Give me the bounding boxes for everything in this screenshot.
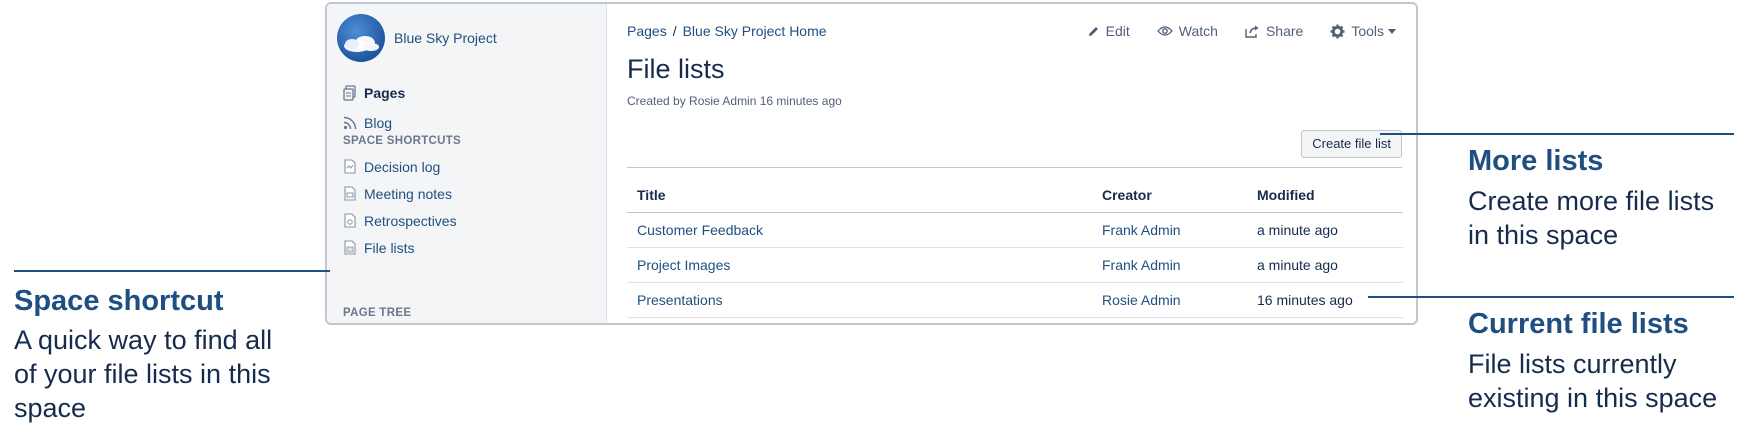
rss-icon [343, 115, 357, 131]
sidebar: Blue Sky Project Pages Blog SPACE SHORTC… [327, 4, 607, 323]
edit-button[interactable]: Edit [1087, 23, 1130, 39]
file-lists-icon [343, 240, 357, 256]
meeting-notes-icon [343, 186, 357, 202]
main-content: Pages / Blue Sky Project Home Edit Watch S… [607, 4, 1416, 323]
chevron-down-icon [1388, 28, 1396, 34]
modified-time: a minute ago [1247, 247, 1403, 283]
modified-time: a minute ago [1247, 212, 1403, 248]
sidebar-item-file-lists[interactable]: File lists [343, 234, 457, 261]
space-shortcuts-heading: SPACE SHORTCUTS [343, 135, 462, 147]
creator-link[interactable]: Frank Admin [1092, 212, 1247, 248]
gear-icon [1330, 23, 1345, 39]
sidebar-item-label: Decision log [364, 158, 441, 175]
tools-menu[interactable]: Tools [1330, 23, 1396, 39]
current-lists-callout-line [1368, 296, 1734, 298]
sidebar-item-pages[interactable]: Pages [343, 78, 405, 108]
table-row: Customer Feedback Frank Admin a minute a… [627, 212, 1403, 248]
space-shortcut-annotation-title: Space shortcut [14, 285, 224, 317]
file-list-title-link[interactable]: Project Images [627, 247, 1092, 283]
eye-icon [1156, 26, 1173, 36]
breadcrumb-separator: / [672, 23, 677, 39]
annotation-line: space [14, 393, 87, 423]
pages-icon [343, 85, 357, 101]
modified-time: 16 minutes ago [1247, 282, 1403, 318]
edit-label: Edit [1105, 23, 1130, 39]
creator-link[interactable]: Frank Admin [1092, 247, 1247, 283]
share-label: Share [1265, 23, 1304, 39]
divider [627, 167, 1402, 168]
table-row: Project Images Frank Admin a minute ago [627, 247, 1403, 283]
watch-label: Watch [1178, 23, 1218, 39]
table-header-row: Title Creator Modified [627, 179, 1403, 213]
more-lists-callout-line [1380, 133, 1734, 135]
breadcrumb: Pages / Blue Sky Project Home [627, 23, 827, 39]
shortcuts-nav: Decision log Meeting notes Retrospective… [343, 153, 457, 261]
tools-label: Tools [1351, 23, 1384, 39]
annotation-line: File lists currently [1468, 349, 1677, 379]
confluence-window: Blue Sky Project Pages Blog SPACE SHORTC… [325, 2, 1418, 325]
annotation-line: A quick way to find all [14, 325, 273, 355]
sidebar-item-decision-log[interactable]: Decision log [343, 153, 457, 180]
breadcrumb-home-link[interactable]: Blue Sky Project Home [683, 23, 827, 39]
space-header[interactable]: Blue Sky Project [337, 14, 497, 62]
share-icon [1245, 25, 1259, 38]
watch-button[interactable]: Watch [1156, 23, 1218, 39]
sidebar-item-blog[interactable]: Blog [343, 108, 405, 138]
current-lists-annotation-body: File lists currently existing in this sp… [1468, 347, 1717, 415]
primary-nav: Pages Blog [343, 78, 405, 138]
page-actions: Edit Watch Share Tools [1060, 23, 1396, 39]
space-name[interactable]: Blue Sky Project [394, 30, 497, 46]
page-byline: Created by Rosie Admin 16 minutes ago [627, 94, 842, 108]
current-lists-annotation-title: Current file lists [1468, 308, 1689, 340]
sidebar-item-label: File lists [364, 239, 415, 256]
pencil-icon [1088, 26, 1098, 36]
space-avatar[interactable] [337, 14, 385, 62]
share-button[interactable]: Share [1245, 23, 1303, 39]
space-shortcut-annotation-body: A quick way to find all of your file lis… [14, 323, 272, 425]
retrospectives-icon [343, 213, 357, 229]
annotation-line: Create more file lists [1468, 186, 1715, 216]
column-header-creator[interactable]: Creator [1092, 179, 1247, 213]
annotation-line: of your file lists in this [14, 359, 271, 389]
breadcrumb-pages-link[interactable]: Pages [627, 23, 667, 39]
sidebar-item-label: Pages [364, 85, 406, 101]
decision-log-icon [343, 159, 357, 175]
sidebar-item-label: Blog [364, 115, 393, 131]
file-list-title-link[interactable]: Customer Feedback [627, 212, 1092, 248]
more-lists-annotation-title: More lists [1468, 145, 1604, 177]
column-header-modified[interactable]: Modified [1247, 179, 1403, 213]
space-shortcut-callout-line [14, 270, 330, 272]
table-row: Presentations Rosie Admin 16 minutes ago [627, 282, 1403, 318]
sidebar-item-label: Meeting notes [364, 185, 452, 202]
file-list-title-link[interactable]: Presentations [627, 282, 1092, 318]
file-lists-table: Title Creator Modified Customer Feedback… [627, 179, 1403, 318]
page-tree-heading: PAGE TREE [343, 307, 412, 319]
sidebar-item-meeting-notes[interactable]: Meeting notes [343, 180, 457, 207]
page-title: File lists [627, 54, 725, 84]
more-lists-annotation-body: Create more file lists in this space [1468, 184, 1714, 252]
annotation-line: in this space [1468, 220, 1619, 250]
sidebar-item-label: Retrospectives [364, 212, 457, 229]
sidebar-item-retrospectives[interactable]: Retrospectives [343, 207, 457, 234]
annotation-line: existing in this space [1468, 383, 1718, 413]
column-header-title[interactable]: Title [627, 179, 1092, 213]
creator-link[interactable]: Rosie Admin [1092, 282, 1247, 318]
